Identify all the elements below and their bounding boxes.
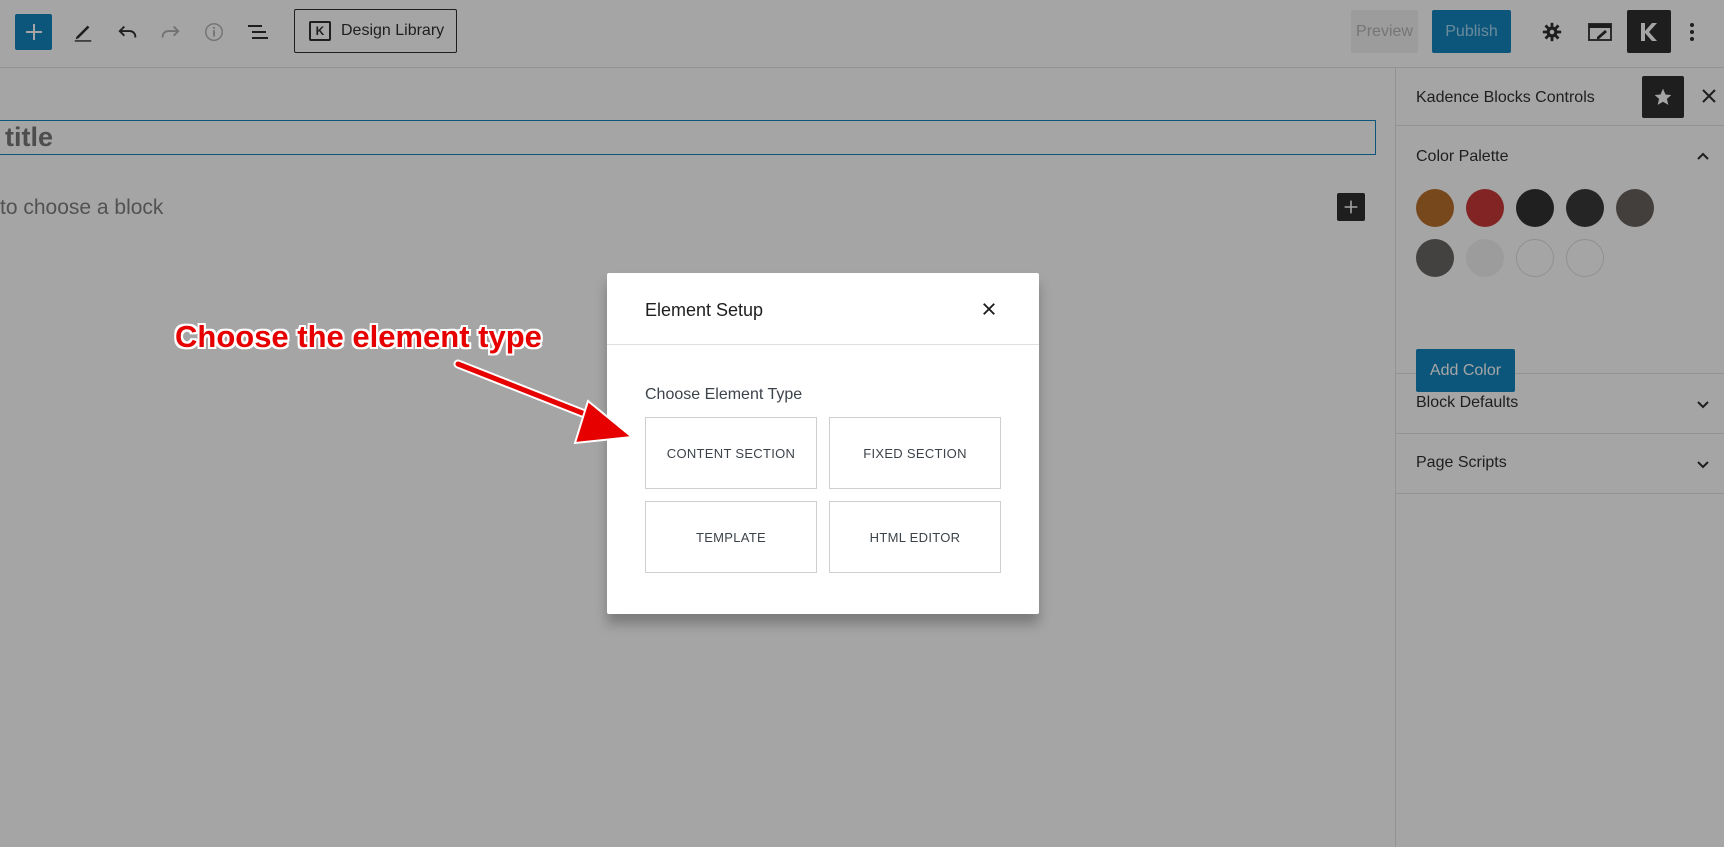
modal-title: Element Setup <box>645 300 764 320</box>
fixed-section-option[interactable]: FIXED SECTION <box>829 417 1001 489</box>
modal-header: Element Setup <box>607 273 1039 345</box>
template-option[interactable]: TEMPLATE <box>645 501 817 573</box>
annotation-text: Choose the element type <box>175 319 542 354</box>
option-label: CONTENT SECTION <box>666 445 796 461</box>
close-modal-button[interactable] <box>977 297 1001 321</box>
choose-element-type-label: Choose Element Type <box>645 386 803 403</box>
option-label: FIXED SECTION <box>863 445 967 461</box>
close-icon <box>983 303 995 315</box>
option-label: HTML EDITOR <box>869 529 961 545</box>
element-setup-modal: Element Setup Choose Element Type CONTEN… <box>607 273 1039 614</box>
content-section-option[interactable]: CONTENT SECTION <box>645 417 817 489</box>
html-editor-option[interactable]: HTML EDITOR <box>829 501 1001 573</box>
option-label: TEMPLATE <box>695 529 767 545</box>
